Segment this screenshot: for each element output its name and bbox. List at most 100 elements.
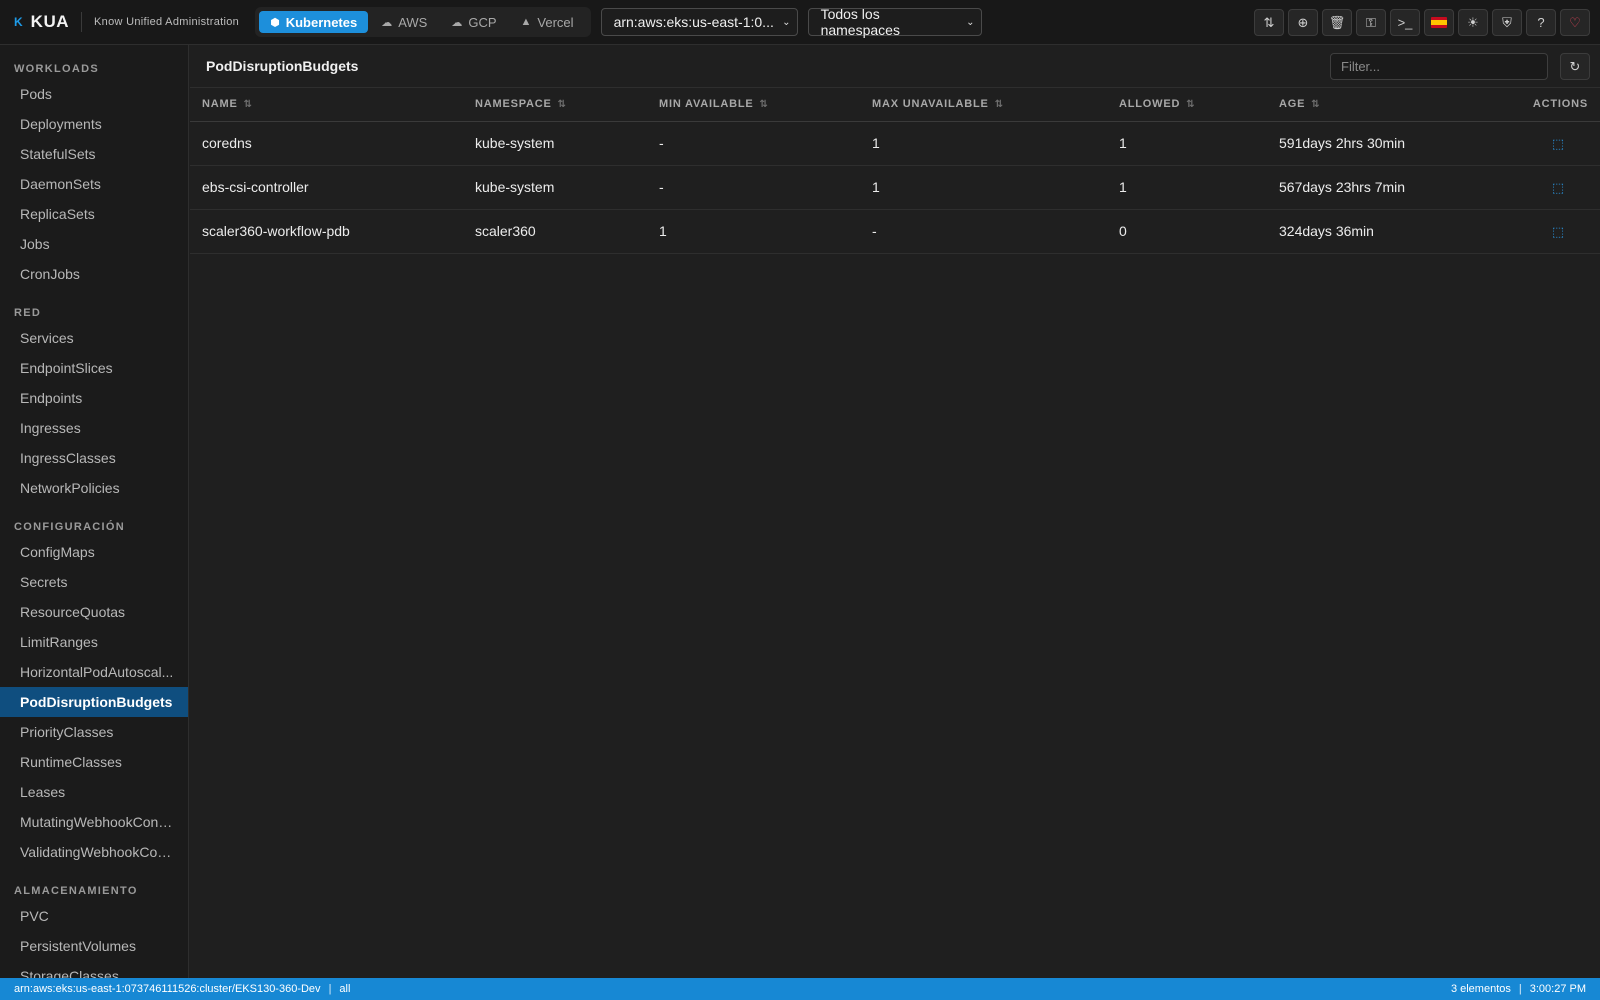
sidebar-item-services[interactable]: Services [0,323,188,353]
cloud-upload-icon: ☁ [451,16,463,29]
table-row[interactable]: coredns kube-system - 1 1 591days 2hrs 3… [190,121,1600,165]
sidebar-item-endpoints[interactable]: Endpoints [0,383,188,413]
app-logo[interactable]: K KUA [14,12,69,32]
sort-icon[interactable]: ⇅ [995,99,1004,110]
filter-input[interactable] [1330,53,1548,80]
cell-name: coredns [202,135,252,151]
sort-icon[interactable]: ⇅ [1311,99,1320,110]
sidebar-item-mutatingwebhookconfigurations[interactable]: MutatingWebhookConfi... [0,807,188,837]
sidebar-item-pvc[interactable]: PVC [0,901,188,931]
help-icon: ? [1537,15,1545,30]
sidebar-item-resourcequotas[interactable]: ResourceQuotas [0,597,188,627]
delete-button[interactable]: 🗑 [1322,9,1352,36]
sidebar-item-jobs[interactable]: Jobs [0,229,188,259]
column-header-label: NAMESPACE [475,98,552,111]
sidebar-item-cronjobs[interactable]: CronJobs [0,259,188,289]
sidebar-item-deployments[interactable]: Deployments [0,109,188,139]
sidebar-item-runtimeclasses[interactable]: RuntimeClasses [0,747,188,777]
chevron-down-icon: ⌄ [966,16,975,28]
column-header-namespace[interactable]: NAMESPACE ⇅ [463,88,647,121]
heart-icon: ♡ [1569,14,1581,30]
sidebar-item-ingressclasses[interactable]: IngressClasses [0,443,188,473]
help-button[interactable]: ? [1526,9,1556,36]
context-select[interactable]: arn:aws:eks:us-east-1:0... ⌄ [600,8,798,36]
cell-age: 567days 23hrs 7min [1279,179,1406,195]
terminal-icon: >_ [1397,15,1413,30]
sidebar-item-ingresses[interactable]: Ingresses [0,413,188,443]
tab-vercel[interactable]: ▲ Vercel [510,11,585,33]
sidebar-item-daemonsets[interactable]: DaemonSets [0,169,188,199]
sidebar-item-poddisruptionbudgets[interactable]: PodDisruptionBudgets [0,687,188,717]
port-forward-button[interactable]: ⇅ [1254,9,1284,36]
sidebar-item-storageclasses[interactable]: StorageClasses [0,961,188,978]
sidebar-item-endpointslices[interactable]: EndpointSlices [0,353,188,383]
column-header-age[interactable]: AGE ⇅ [1267,88,1476,121]
sidebar-item-statefulsets[interactable]: StatefulSets [0,139,188,169]
cell-max-unavailable: 1 [872,135,880,151]
trash-icon: 🗑 [1328,14,1346,30]
cell-min-available: - [659,179,664,195]
sidebar: WORKLOADS Pods Deployments StatefulSets … [0,45,189,978]
sidebar-item-replicasets[interactable]: ReplicaSets [0,199,188,229]
content-header: PodDisruptionBudgets ↻ [190,45,1600,88]
column-header-name[interactable]: NAME ⇅ [190,88,463,121]
namespace-select[interactable]: Todos los namespaces ⌄ [807,6,982,38]
table-row[interactable]: ebs-csi-controller kube-system - 1 1 567… [190,165,1600,209]
table-header-row: NAME ⇅ NAMESPACE ⇅ MIN AVAILABLE ⇅ MAX UNAV… [190,88,1600,121]
status-context: arn:aws:eks:us-east-1:073746111526:clust… [14,983,321,995]
column-header-label: MIN AVAILABLE [659,98,754,111]
plus-circle-icon: ⊕ [1297,14,1309,30]
sun-icon: ☀ [1467,14,1479,30]
sidebar-item-leases[interactable]: Leases [0,777,188,807]
favorite-button[interactable]: ♡ [1560,9,1590,36]
sidebar-item-limitranges[interactable]: LimitRanges [0,627,188,657]
language-button[interactable] [1424,9,1454,36]
column-header-max-unavailable[interactable]: MAX UNAVAILABLE ⇅ [860,88,1107,121]
add-resource-button[interactable]: ⊕ [1288,9,1318,36]
sidebar-item-persistentvolumes[interactable]: PersistentVolumes [0,931,188,961]
sidebar-item-secrets[interactable]: Secrets [0,567,188,597]
tab-kubernetes[interactable]: ⬢ Kubernetes [259,11,369,33]
column-header-min-available[interactable]: MIN AVAILABLE ⇅ [647,88,860,121]
key-button[interactable]: ⚿ [1356,9,1386,36]
sort-icon[interactable]: ⇅ [244,99,253,110]
column-header-label: AGE [1279,98,1306,111]
cell-name: scaler360-workflow-pdb [202,223,350,239]
namespace-select-value: Todos los namespaces [820,6,900,38]
security-button[interactable]: ⛨ [1492,9,1522,36]
sort-icon[interactable]: ⇅ [1186,99,1195,110]
cell-namespace: kube-system [475,135,555,151]
sidebar-item-priorityclasses[interactable]: PriorityClasses [0,717,188,747]
sort-icon[interactable]: ⇅ [760,99,769,110]
sidebar-section-title: RED [14,307,42,319]
tab-label: AWS [398,14,428,30]
app-subtitle: Know Unified Administration [94,16,240,28]
tab-aws[interactable]: ☁ AWS [370,11,438,33]
sidebar-item-validatingwebhookconfigurations[interactable]: ValidatingWebhookCon... [0,837,188,867]
terminal-button[interactable]: >_ [1390,9,1420,36]
sort-icon[interactable]: ⇅ [558,99,567,110]
theme-button[interactable]: ☀ [1458,9,1488,36]
tab-gcp[interactable]: ☁ GCP [440,11,507,33]
status-namespace: all [339,983,351,995]
provider-tabs: ⬢ Kubernetes ☁ AWS ☁ GCP ▲ Vercel [255,7,591,37]
cell-max-unavailable: 1 [872,179,880,195]
cell-allowed: 1 [1119,135,1127,151]
sidebar-item-pods[interactable]: Pods [0,79,188,109]
cell-max-unavailable: - [872,223,877,239]
column-header-allowed[interactable]: ALLOWED ⇅ [1107,88,1267,121]
sidebar-item-networkpolicies[interactable]: NetworkPolicies [0,473,188,503]
view-yaml-icon[interactable]: ⬚ [1552,224,1564,240]
sidebar-section-title: WORKLOADS [14,63,100,75]
cell-age: 591days 2hrs 30min [1279,135,1406,151]
sidebar-item-horizontalpodautoscalers[interactable]: HorizontalPodAutoscal... [0,657,188,687]
tab-label: Vercel [537,14,574,30]
view-yaml-icon[interactable]: ⬚ [1552,136,1564,152]
table-row[interactable]: scaler360-workflow-pdb scaler360 1 - 0 3… [190,209,1600,253]
cell-actions: ⬚ [1476,121,1600,165]
view-yaml-icon[interactable]: ⬚ [1552,180,1564,196]
sidebar-item-configmaps[interactable]: ConfigMaps [0,537,188,567]
status-bar: arn:aws:eks:us-east-1:073746111526:clust… [0,978,1600,1000]
refresh-button[interactable]: ↻ [1560,53,1590,80]
status-bar-left: arn:aws:eks:us-east-1:073746111526:clust… [14,983,350,995]
